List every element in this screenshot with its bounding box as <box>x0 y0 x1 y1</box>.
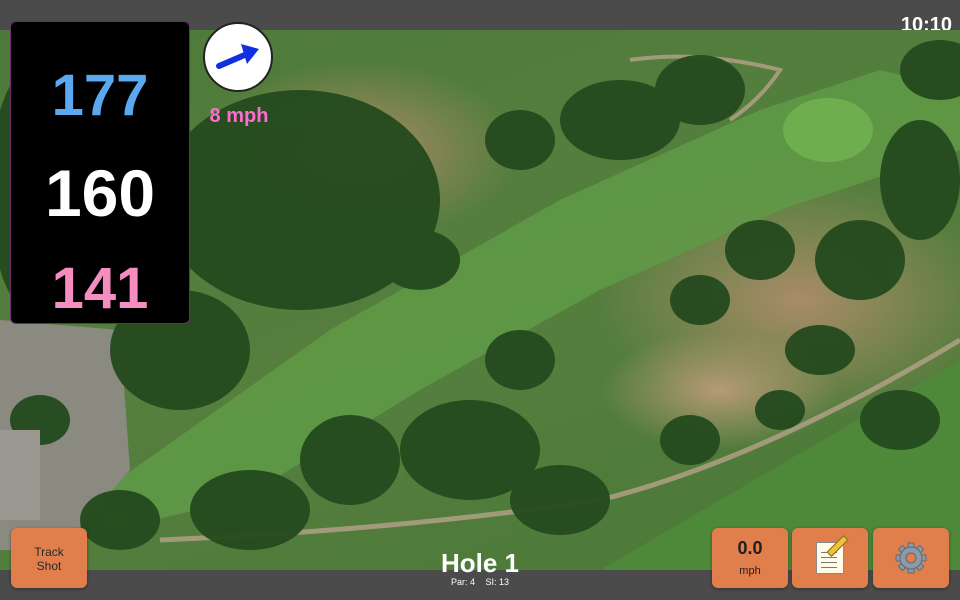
gear-icon <box>895 542 927 574</box>
pencil-icon <box>826 535 849 557</box>
yardage-panel: 177 160 141 <box>11 22 189 323</box>
hole-info: Par: 4 SI: 13 <box>380 577 580 587</box>
speed-unit: mph <box>739 565 761 577</box>
track-shot-label-line1: Track <box>34 545 64 559</box>
hole-par: Par: 4 <box>450 577 475 587</box>
speed-button[interactable]: 0.0 mph <box>712 528 788 588</box>
notepad-icon <box>816 535 849 574</box>
speed-value: 0.0 <box>737 538 763 558</box>
hole-stroke-index: SI: 13 <box>485 577 510 587</box>
notes-button[interactable] <box>792 528 868 588</box>
settings-button[interactable] <box>873 528 949 588</box>
hole-title: Hole 1 <box>440 548 520 578</box>
front-yardage: 141 <box>51 256 149 321</box>
back-yardage: 177 <box>51 63 149 128</box>
wind-arrow-icon <box>216 44 259 69</box>
track-shot-label-line2: Shot <box>36 559 62 573</box>
middle-yardage: 160 <box>44 156 156 230</box>
wind-speed: 8 mph <box>209 105 269 127</box>
track-shot-button[interactable]: Track Shot <box>11 528 87 588</box>
wind-direction-indicator <box>203 22 273 92</box>
